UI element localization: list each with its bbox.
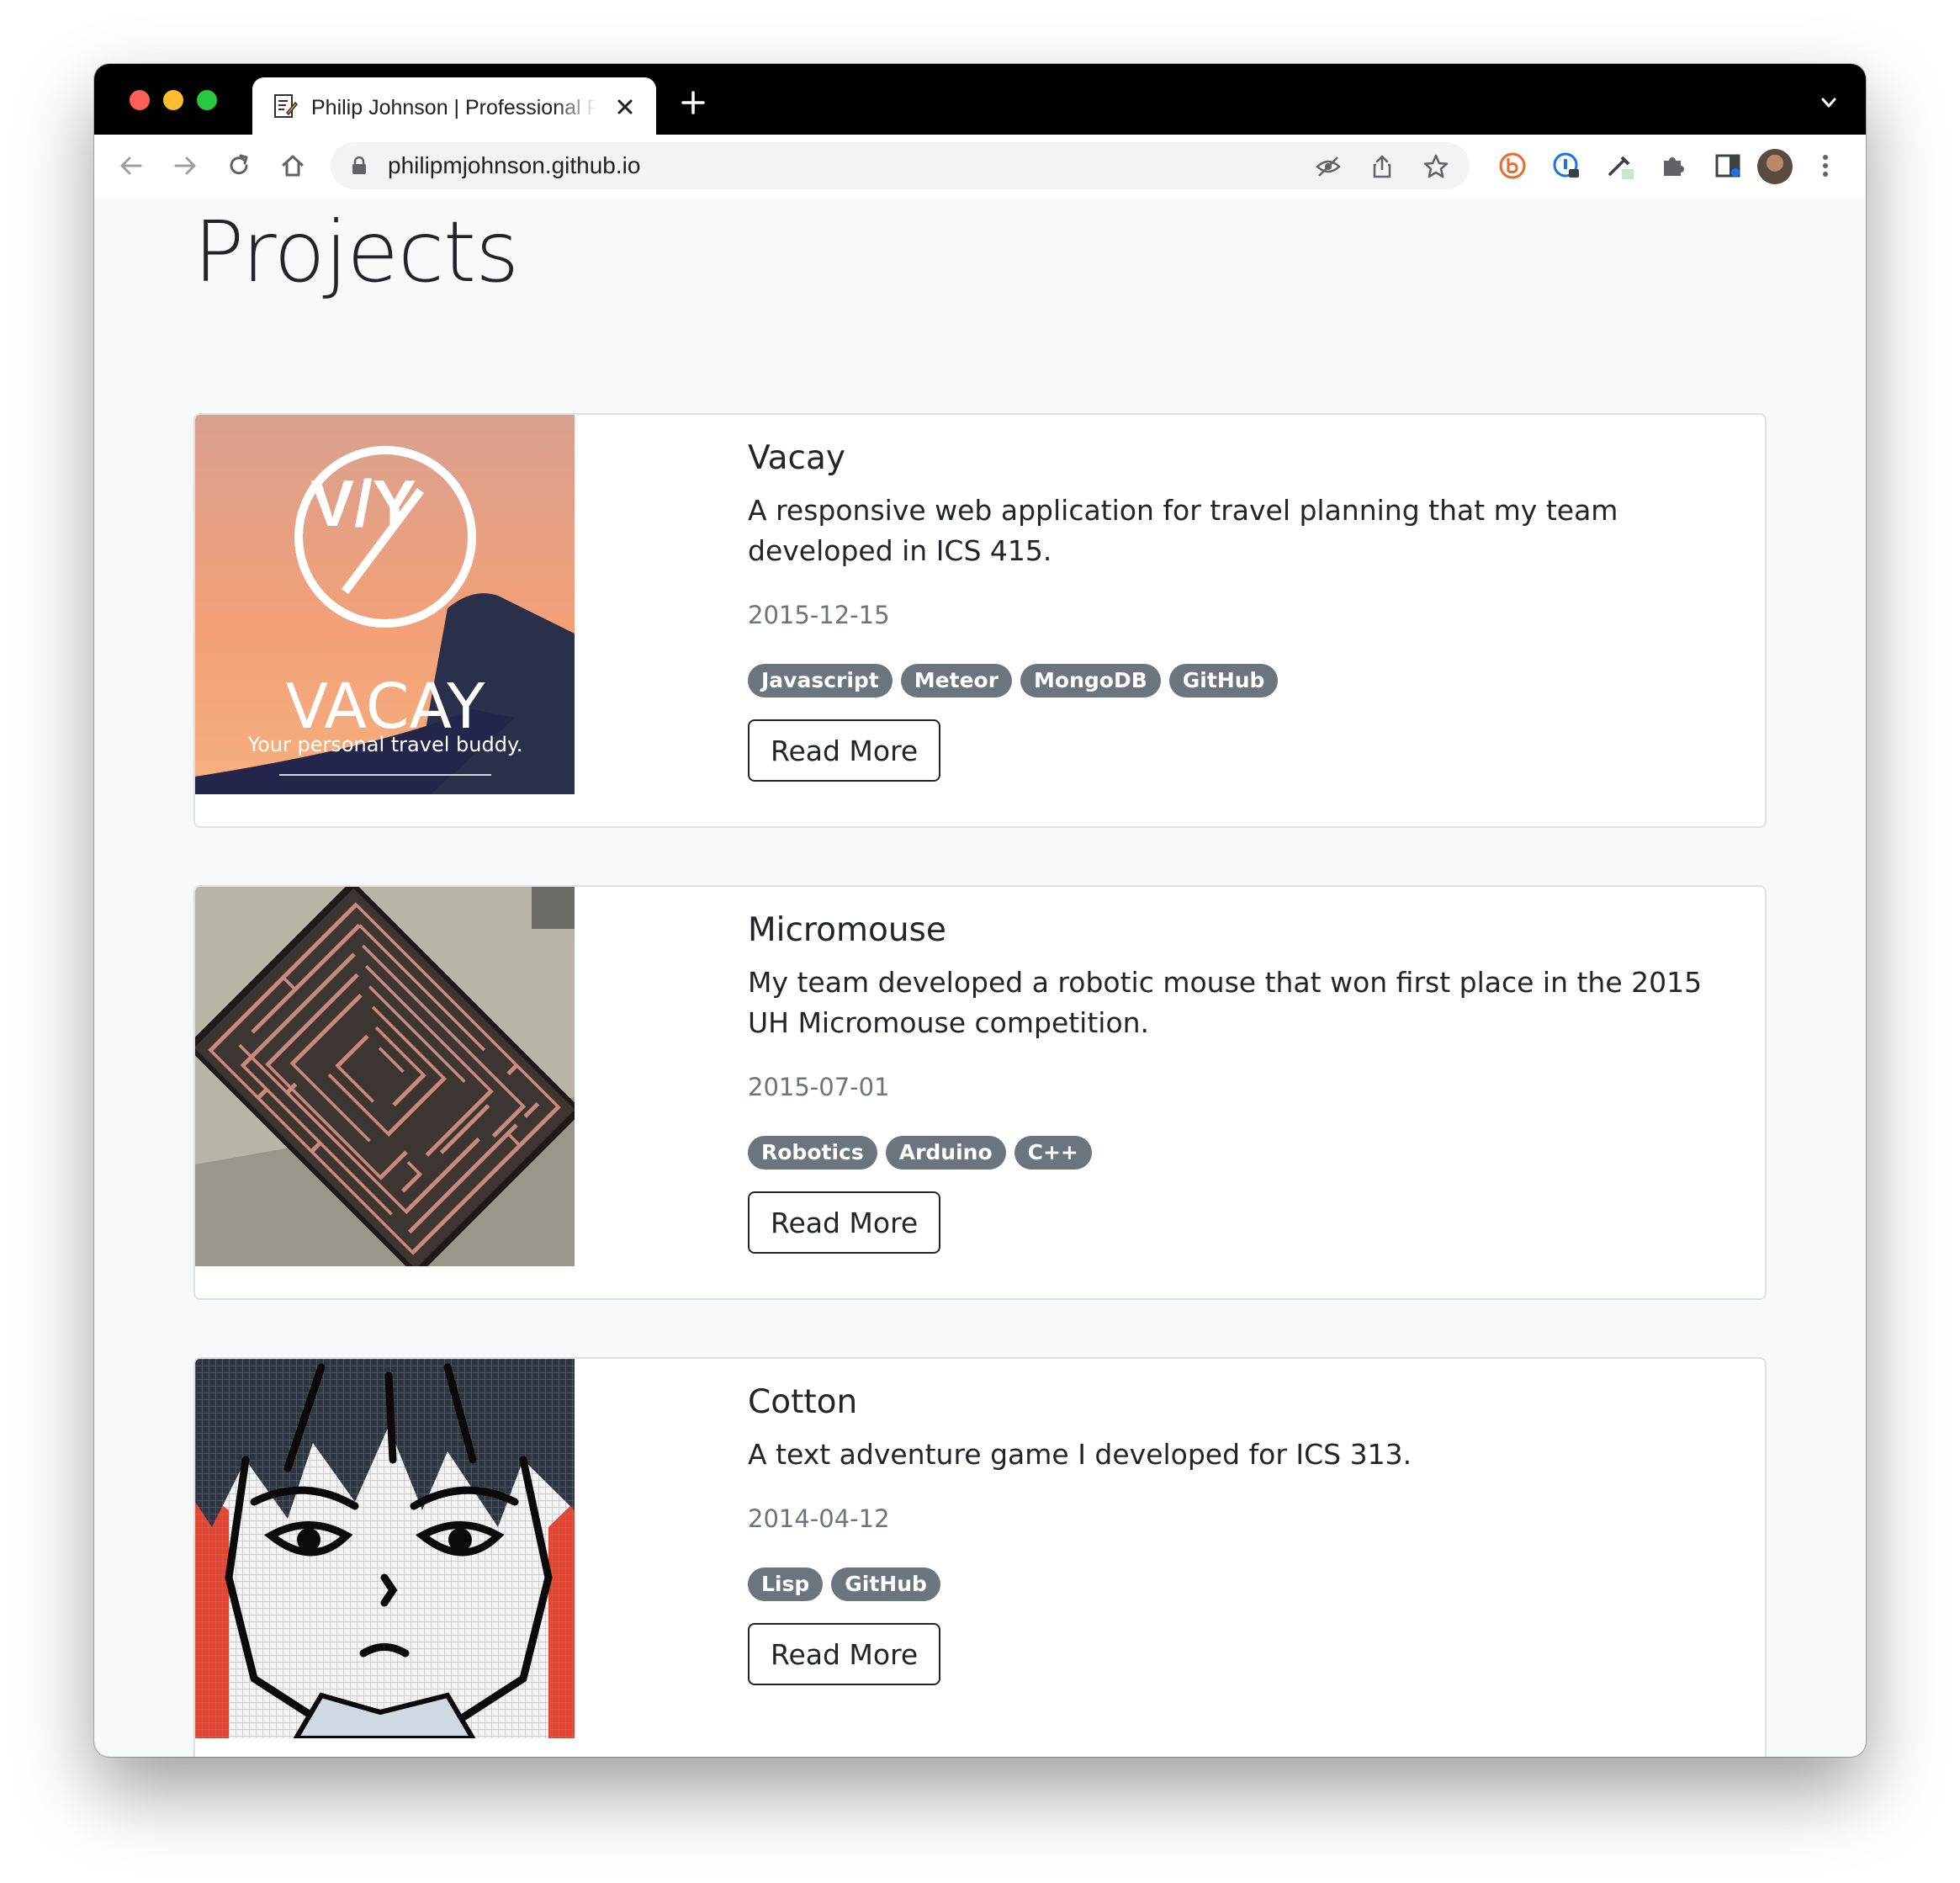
project-card-micromouse: Micromouse My team developed a robotic m… xyxy=(193,885,1767,1300)
vacay-thumbnail-image: V/Y VACAY Your personal travel buddy. xyxy=(195,415,575,794)
eye-slash-icon[interactable] xyxy=(1315,153,1342,180)
cotton-character-image xyxy=(195,1359,575,1738)
tab-search-chevron-icon[interactable] xyxy=(1819,93,1839,113)
browser-window: Philip Johnson | Professional Portfolio xyxy=(94,64,1866,1757)
read-more-button[interactable]: Read More xyxy=(748,1191,941,1254)
eyedropper-icon[interactable] xyxy=(1605,151,1635,181)
sidebar-panel-icon[interactable] xyxy=(1713,151,1743,181)
project-title: Vacay xyxy=(748,439,845,477)
document-favicon-icon xyxy=(273,93,299,119)
read-more-button[interactable]: Read More xyxy=(748,1623,941,1685)
browser-toolbar: philipmjohnson.github.io xyxy=(94,135,1866,198)
maximize-window-button[interactable] xyxy=(197,90,217,110)
card-body: Micromouse My team developed a robotic m… xyxy=(748,910,1749,1254)
project-card-cotton: Cotton A text adventure game I developed… xyxy=(193,1357,1767,1757)
browser-tab[interactable]: Philip Johnson | Professional Portfolio xyxy=(252,77,656,135)
url-text[interactable]: philipmjohnson.github.io xyxy=(388,151,640,180)
close-tab-icon[interactable] xyxy=(614,96,636,118)
tag-list: Lisp GitHub xyxy=(748,1567,1749,1603)
tab-title: Philip Johnson | Professional Portfolio xyxy=(311,96,597,119)
project-description: A text adventure game I developed for IC… xyxy=(748,1438,1412,1471)
project-date: 2014-04-12 xyxy=(748,1504,890,1533)
minimize-window-button[interactable] xyxy=(163,90,183,110)
tag-badge[interactable]: Lisp xyxy=(748,1567,824,1601)
tag-badge[interactable]: Javascript xyxy=(748,664,893,698)
address-bar[interactable]: philipmjohnson.github.io xyxy=(331,142,1470,189)
project-description: A responsive web application for travel … xyxy=(748,494,1618,567)
back-arrow-icon[interactable] xyxy=(116,151,146,181)
tab-strip: Philip Johnson | Professional Portfolio xyxy=(94,64,1866,135)
tag-badge[interactable]: Meteor xyxy=(900,664,1013,698)
extensions-puzzle-icon[interactable] xyxy=(1659,151,1689,181)
tag-badge[interactable]: Robotics xyxy=(748,1136,877,1170)
password-manager-icon[interactable] xyxy=(1551,151,1581,181)
forward-arrow-icon[interactable] xyxy=(170,151,200,181)
micromouse-maze-image xyxy=(195,887,575,1266)
bookmark-star-icon[interactable] xyxy=(1422,153,1449,180)
page-content: Projects V/Y VACAY Your personal travel … xyxy=(94,197,1866,1757)
project-title: Cotton xyxy=(748,1383,858,1421)
project-card-vacay: V/Y VACAY Your personal travel buddy. Va… xyxy=(193,413,1767,828)
tag-badge[interactable]: GitHub xyxy=(831,1567,940,1601)
reload-icon[interactable] xyxy=(224,151,254,181)
tag-badge[interactable]: MongoDB xyxy=(1020,664,1161,698)
home-icon[interactable] xyxy=(278,151,308,181)
read-more-button[interactable]: Read More xyxy=(748,719,941,782)
profile-avatar[interactable] xyxy=(1757,149,1793,184)
tag-list: Robotics Arduino C++ xyxy=(748,1136,1749,1171)
tag-badge[interactable]: Arduino xyxy=(885,1136,1006,1170)
tag-badge[interactable]: GitHub xyxy=(1168,664,1279,698)
lock-icon[interactable] xyxy=(351,156,368,175)
project-date: 2015-07-01 xyxy=(748,1073,890,1101)
new-tab-plus-icon[interactable] xyxy=(680,89,707,116)
tag-list: Javascript Meteor MongoDB GitHub xyxy=(748,664,1749,699)
project-date: 2015-12-15 xyxy=(748,601,890,629)
extension-b-icon[interactable] xyxy=(1497,151,1528,181)
project-title: Micromouse xyxy=(748,911,946,949)
vacay-tagline: Your personal travel buddy. xyxy=(247,733,523,756)
close-window-button[interactable] xyxy=(130,90,150,110)
project-description: My team developed a robotic mouse that w… xyxy=(748,966,1703,1039)
card-body: Vacay A responsive web application for t… xyxy=(748,438,1749,782)
page-title: Projects xyxy=(193,203,519,301)
vacay-logo-v: V/Y xyxy=(310,466,416,540)
tag-badge[interactable]: C++ xyxy=(1014,1136,1092,1170)
share-icon[interactable] xyxy=(1369,153,1396,180)
more-menu-icon[interactable] xyxy=(1810,151,1841,181)
card-body: Cotton A text adventure game I developed… xyxy=(748,1382,1749,1685)
